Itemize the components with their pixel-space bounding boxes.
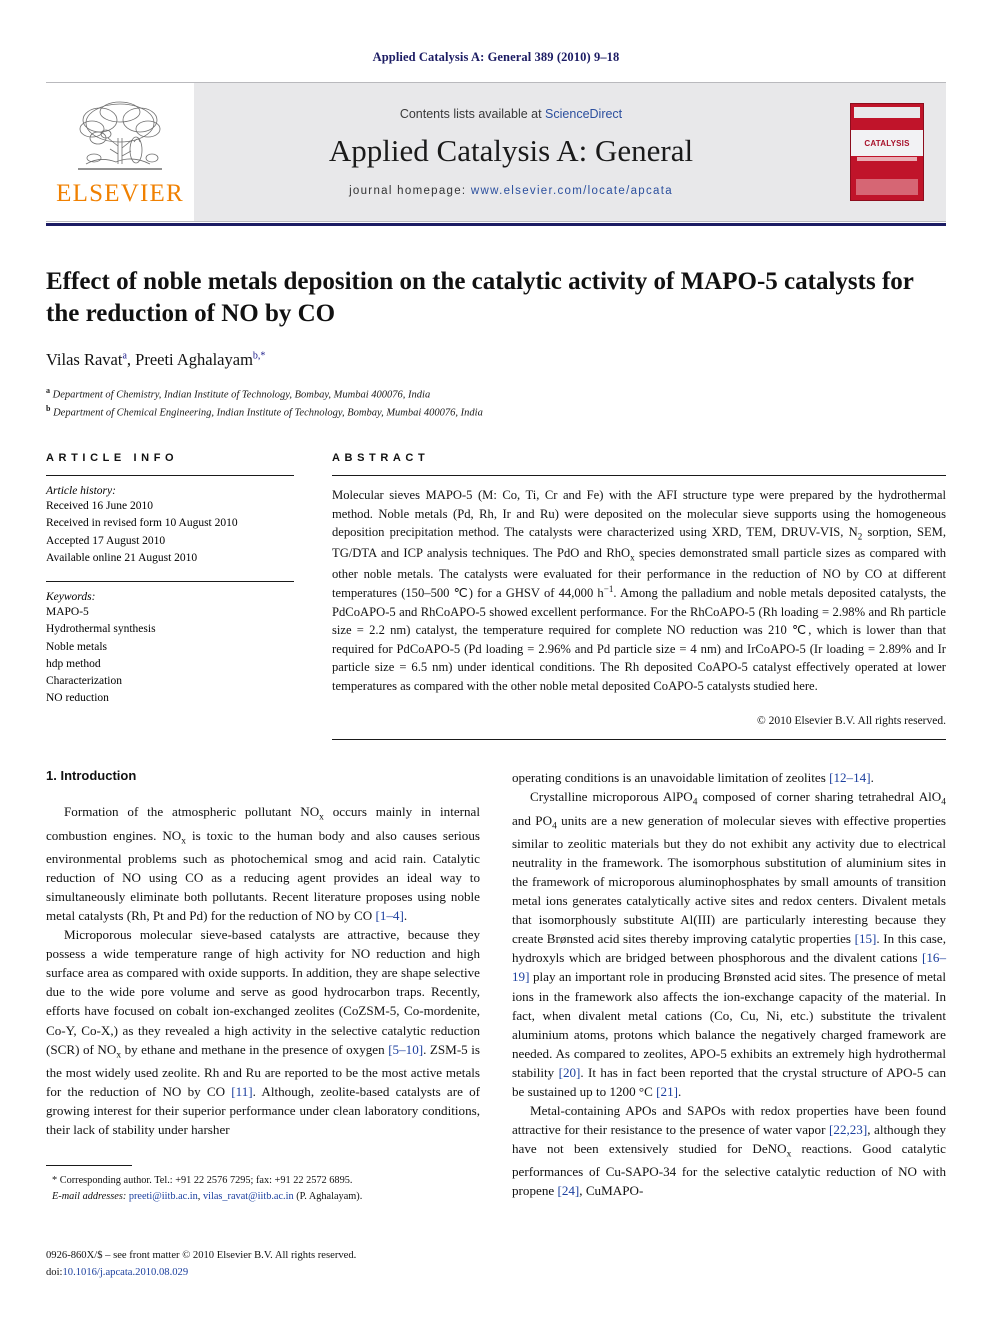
journal-banner: ELSEVIER Contents lists available at Sci… (46, 82, 946, 226)
journal-cover-thumbnail: CATALYSIS (850, 103, 924, 201)
keyword-item: Noble metals (46, 640, 107, 653)
cover-subtitle-strip (857, 157, 917, 161)
keyword-item: MAPO-5 (46, 606, 89, 619)
article-info-divider (46, 581, 294, 583)
page-footer: 0926-860X/$ – see front matter © 2010 El… (46, 1248, 356, 1281)
doi-label: doi: (46, 1266, 63, 1278)
abstract-column: ABSTRACT Molecular sieves MAPO-5 (M: Co,… (332, 452, 946, 741)
keywords-block: Keywords: MAPO-5 Hydrothermal synthesis … (46, 591, 294, 708)
keyword-item: Characterization (46, 675, 122, 688)
paragraph: Microporous molecular sieve-based cataly… (46, 927, 481, 1138)
history-received: Received 16 June 2010 (46, 500, 153, 513)
elsevier-logo: ELSEVIER (46, 83, 194, 221)
email-suffix: (P. Aghalayam). (296, 1190, 363, 1202)
author-list: Vilas Ravata, Preeti Aghalayamb,* (46, 349, 266, 369)
cover-top-strip (854, 107, 920, 118)
article-info-column: ARTICLE INFO Article history: Received 1… (46, 452, 294, 740)
contents-prefix: Contents lists available at (399, 106, 546, 121)
paragraph: Formation of the atmospheric pollutant N… (46, 804, 481, 924)
paragraph: operating conditions is an unavoidable l… (512, 770, 874, 786)
keyword-item: NO reduction (46, 692, 109, 705)
footnote-rule (46, 1165, 132, 1167)
banner-bottom-rule (46, 223, 946, 226)
cover-footer-strip (856, 179, 918, 195)
info-abstract-row: ARTICLE INFO Article history: Received 1… (46, 452, 946, 741)
keyword-item: Hydrothermal synthesis (46, 623, 156, 636)
paragraph: Metal-containing APOs and SAPOs with red… (512, 1102, 946, 1199)
journal-homepage-line: journal homepage: www.elsevier.com/locat… (349, 185, 673, 197)
doi-value[interactable]: 10.1016/j.apcata.2010.08.029 (62, 1267, 188, 1278)
article-history-block: Article history: Received 16 June 2010 R… (46, 485, 294, 567)
article-title: Effect of noble metals deposition on the… (46, 268, 914, 327)
abstract-copyright: © 2010 Elsevier B.V. All rights reserved… (757, 715, 946, 728)
abstract-bottom-rule (332, 739, 946, 741)
history-accepted: Accepted 17 August 2010 (46, 534, 166, 547)
doi-line: doi:10.1016/j.apcata.2010.08.029 (46, 1265, 356, 1281)
email-link-primary[interactable]: preeti@iitb.ac.in (129, 1191, 198, 1202)
corresponding-author-note: * Corresponding author. Tel.: +91 22 257… (46, 1173, 480, 1188)
email-link-secondary[interactable]: vilas_ravat@iitb.ac.in (203, 1191, 294, 1202)
footnote-block: * Corresponding author. Tel.: +91 22 257… (46, 1165, 480, 1204)
body-column-right: operating conditions is an unavoidable l… (512, 768, 946, 1204)
sciencedirect-link[interactable]: ScienceDirect (545, 107, 622, 121)
article-page: Applied Catalysis A: General 389 (2010) … (0, 0, 992, 1323)
affiliation-b: b Department of Chemical Engineering, In… (46, 403, 946, 422)
banner-center: Contents lists available at ScienceDirec… (194, 83, 828, 221)
email-note: E-mail addresses: preeti@iitb.ac.in, vil… (46, 1189, 480, 1204)
section-heading-introduction: 1. Introduction (46, 768, 137, 784)
abstract-text: Molecular sieves MAPO-5 (M: Co, Ti, Cr a… (332, 488, 946, 693)
paragraph: Crystalline microporous AlPO4 composed o… (512, 789, 946, 1099)
history-available-online: Available online 21 August 2010 (46, 551, 198, 564)
article-info-rule (46, 475, 294, 477)
article-history-label: Article history: (46, 485, 116, 498)
journal-title: Applied Catalysis A: General (328, 132, 694, 168)
elsevier-tree-icon (78, 101, 162, 170)
footnote-marker: * (52, 1175, 58, 1187)
elsevier-wordmark: ELSEVIER (56, 180, 184, 207)
keywords-label: Keywords: (46, 591, 96, 604)
issn-copyright-line: 0926-860X/$ – see front matter © 2010 El… (46, 1250, 357, 1262)
cover-title-band: CATALYSIS (851, 130, 923, 156)
affiliation-a: a Department of Chemistry, Indian Instit… (46, 385, 946, 404)
email-label: E-mail addresses: (52, 1190, 127, 1202)
affiliation-text-a: Department of Chemistry, Indian Institut… (52, 389, 431, 400)
abstract-heading: ABSTRACT (332, 452, 430, 465)
affiliation-marker-a: a (46, 385, 50, 395)
running-head: Applied Catalysis A: General 389 (2010) … (372, 50, 620, 64)
keyword-item: hdp method (46, 657, 101, 670)
abstract-rule (332, 475, 946, 477)
title-block: Effect of noble metals deposition on the… (46, 266, 946, 422)
homepage-url-link[interactable]: www.elsevier.com/locate/apcata (471, 185, 673, 197)
body-columns: 1. Introduction Formation of the atmosph… (46, 768, 946, 1204)
journal-cover-container: CATALYSIS (828, 83, 946, 221)
article-info-heading: ARTICLE INFO (46, 452, 179, 465)
affiliation-marker-b: b (46, 404, 51, 414)
body-column-left: 1. Introduction Formation of the atmosph… (46, 768, 480, 1204)
cover-title-text: CATALYSIS (864, 138, 910, 148)
homepage-label: journal homepage: (349, 185, 471, 198)
footnote-contact-line: Corresponding author. Tel.: +91 22 2576 … (59, 1175, 353, 1187)
affiliation-text-b: Department of Chemical Engineering, Indi… (53, 407, 483, 419)
contents-available-line: Contents lists available at ScienceDirec… (400, 107, 622, 121)
history-revised: Received in revised form 10 August 2010 (46, 517, 238, 530)
